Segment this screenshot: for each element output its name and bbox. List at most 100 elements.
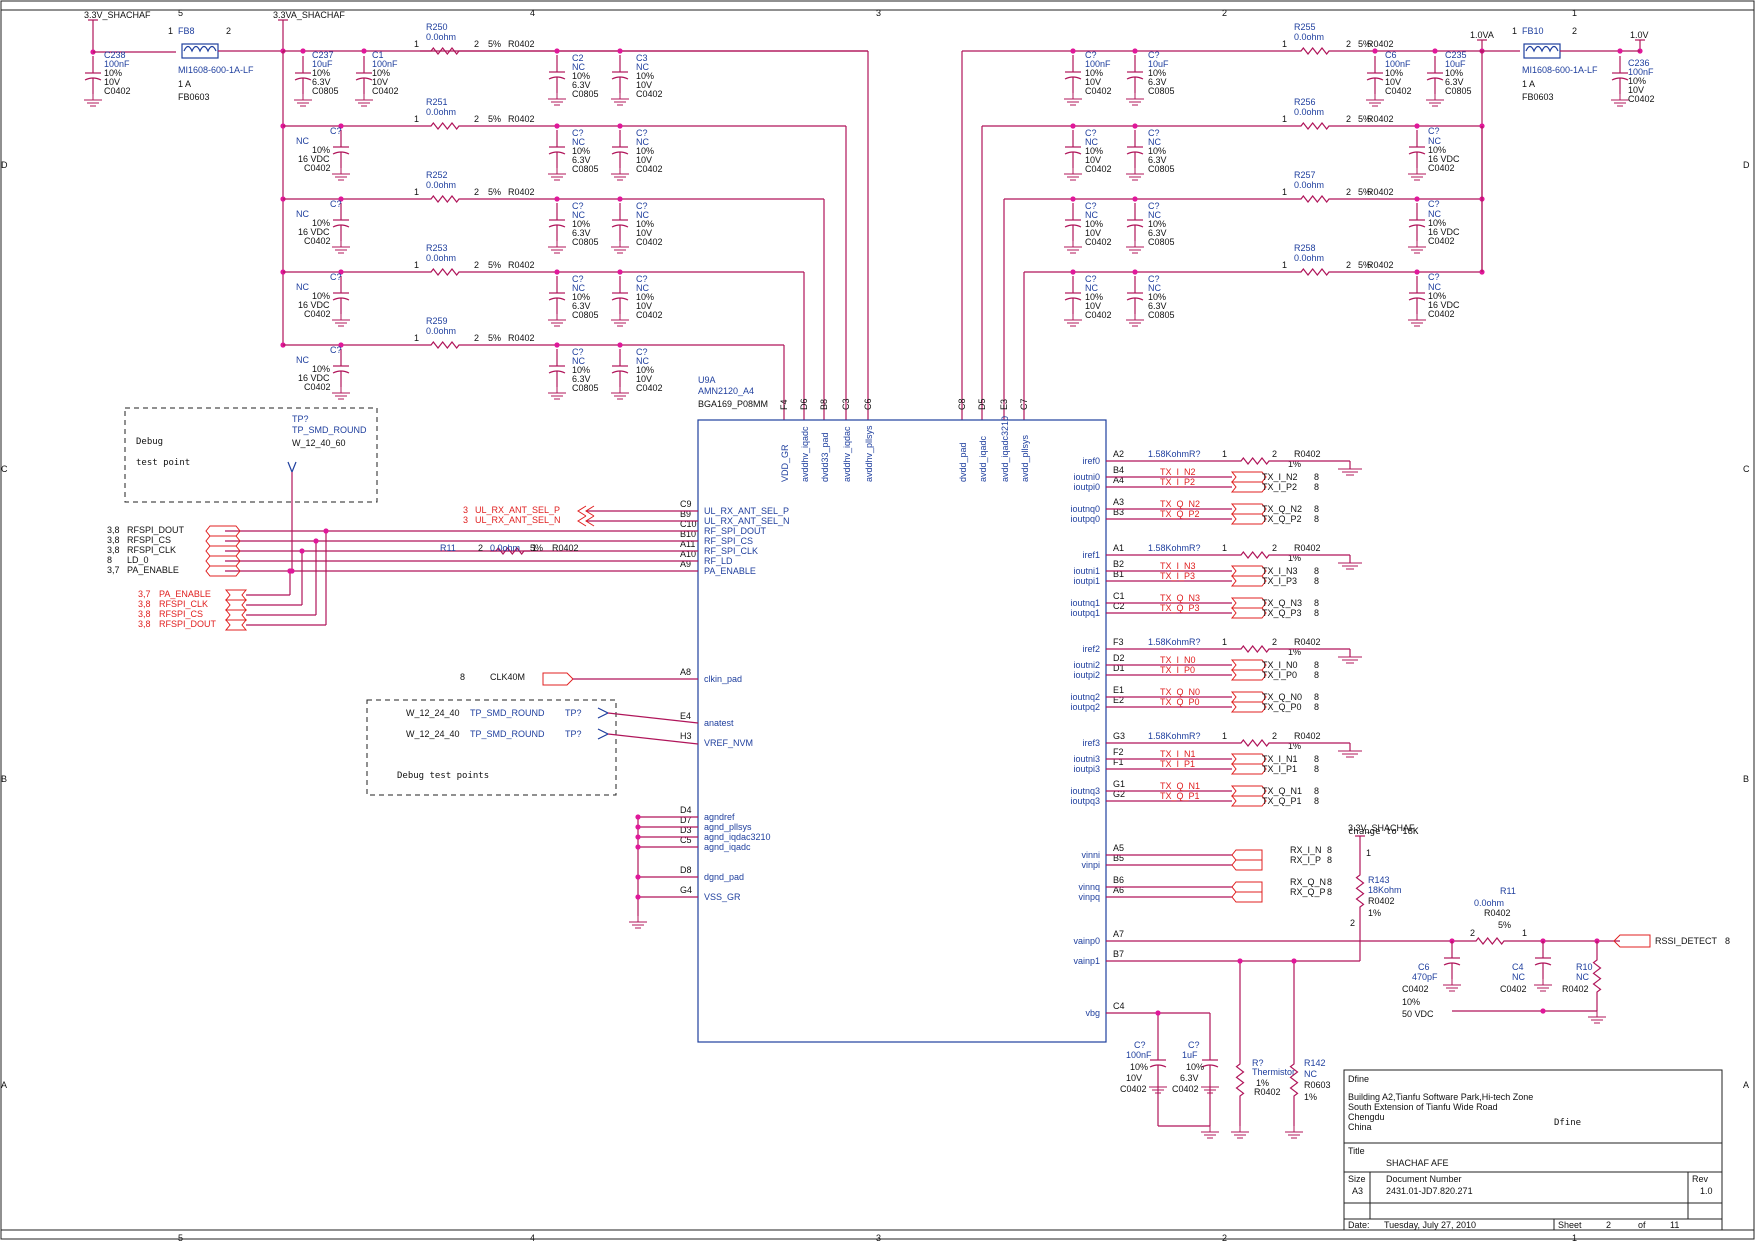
tx-local-net: TX_I_N3 [1160, 561, 1196, 571]
pin-num: 1 [1282, 114, 1287, 124]
resistor-R11-rssi [1460, 937, 1520, 945]
r11-spi-tol: 5% [530, 543, 543, 553]
bulk-cap-value: NC [296, 282, 309, 292]
debug-tps-part: TP_SMD_ROUND [470, 708, 545, 718]
zone-row-right: B [1743, 774, 1749, 784]
rail-res-ref: R259 [426, 316, 448, 326]
rail-res-pkg: R0402 [1367, 187, 1394, 197]
iref-pkg: R0402 [1294, 543, 1321, 553]
r11-spi-pkg: R0402 [552, 543, 579, 553]
ferrite-coil [183, 45, 217, 53]
tb-sheet-label: Sheet [1558, 1220, 1582, 1230]
ant-sel-sheet: 3 [463, 515, 468, 525]
ic-right-pin: ioutpi2 [1073, 670, 1100, 680]
tb-date-label: Date: [1348, 1220, 1370, 1230]
bulk-cap-pkg: C0402 [1428, 163, 1455, 173]
tx-port-name: TX_I_P0 [1262, 670, 1297, 680]
power-net-1v0: 1.0V [1630, 30, 1649, 40]
tx-port-sheet: 8 [1314, 598, 1319, 608]
tb-docnum: 2431.01-JD7.820.271 [1386, 1186, 1473, 1196]
ic-top-ball: F4 [779, 399, 789, 410]
ic-top-pin: avdd_pllsys [1020, 434, 1030, 482]
rail-res-ref: R255 [1294, 22, 1316, 32]
rail-res-pkg: R0402 [508, 187, 535, 197]
rail-res-value: 0.0ohm [426, 180, 456, 190]
ic-left-pin: UL_RX_ANT_SEL_P [704, 506, 789, 516]
clk-port-arrow [542, 672, 574, 686]
pin-num: 1 [1522, 928, 1527, 938]
tx-port-arrow [1230, 503, 1267, 515]
fb10-ref: FB10 [1522, 26, 1544, 36]
junction-dot [617, 342, 623, 348]
bulk-cap-pkg: C0402 [1428, 309, 1455, 319]
ant-sel-arrow [577, 515, 587, 527]
rx-port-name: RX_I_N [1290, 845, 1322, 855]
junction-dot [1414, 123, 1420, 129]
tb-address: Chengdu [1348, 1112, 1385, 1122]
ic-left-pin: dgnd_pad [704, 872, 744, 882]
ic-top-ball: E3 [999, 399, 1009, 410]
pin-num: 1 [1222, 449, 1227, 459]
left-port-sheet: 3,8 [107, 535, 120, 545]
debug-test-point-box [124, 407, 378, 503]
ic-right-pin: ioutni2 [1073, 660, 1100, 670]
tx-port-arrow [1230, 795, 1267, 807]
iref-value: 1.58KohmR? [1148, 637, 1201, 647]
r143-tol: 1% [1368, 908, 1381, 918]
tb-rev: 1.0 [1700, 1186, 1713, 1196]
rail-res-ref: R257 [1294, 170, 1316, 180]
c1-pkg: C0402 [372, 86, 399, 96]
bulk-cap-ref: C? [330, 199, 342, 209]
vbg-c1-pkg: C0402 [1120, 1084, 1147, 1094]
clk-name: CLK40M [490, 672, 525, 682]
rail-cap-b-pkg: C0805 [1148, 310, 1175, 320]
tx-port-arrow [1230, 597, 1267, 609]
bulk-cap-pkg: C0402 [304, 382, 331, 392]
rail-cap-b-pkg: C0402 [636, 237, 663, 247]
vbg-c2-pkg: C0402 [1172, 1084, 1199, 1094]
ic-top-ball: C3 [841, 398, 851, 410]
ic-right-ball: F3 [1113, 637, 1124, 647]
ic-right-pin: ioutpq1 [1070, 608, 1100, 618]
red-port-sheet: 3,8 [138, 619, 151, 629]
ic-left-pin: agnd_iqadc [704, 842, 751, 852]
r10-value: NC [1576, 972, 1589, 982]
resistor-R251 [420, 122, 470, 130]
fb10-rating: 1 A [1522, 79, 1535, 89]
r11-ref: R11 [1500, 886, 1516, 896]
rail-cap-b-pkg: C0402 [636, 383, 663, 393]
zone-row-right: C [1743, 464, 1750, 474]
tx-local-net: TX_Q_N1 [1160, 781, 1200, 791]
tx-port-name: TX_Q_P3 [1262, 608, 1302, 618]
rail-cap-a-pkg: C0805 [572, 237, 599, 247]
tx-local-net: TX_Q_P0 [1160, 697, 1200, 707]
ic-right-pin: ioutnq2 [1070, 692, 1100, 702]
tx-port-sheet: 8 [1314, 608, 1319, 618]
junction-dot [1372, 48, 1378, 54]
ic-left-ball: D8 [680, 865, 692, 875]
junction-dot [1237, 958, 1243, 964]
junction-dot [1414, 269, 1420, 275]
tx-port-sheet: 8 [1314, 754, 1319, 764]
ic-left-ball: G4 [680, 885, 692, 895]
tx-port-arrow [1230, 785, 1267, 797]
rail-res-tol: 5% [488, 39, 501, 49]
junction-dot [299, 548, 305, 554]
left-port-name: LD_0 [127, 555, 149, 565]
red-port-sheet: 3,8 [138, 609, 151, 619]
zone-col-top: 5 [178, 8, 183, 18]
rail-cap-a-pkg: C0805 [572, 310, 599, 320]
ic-top-pin: avdd_iqadc [978, 435, 988, 482]
tx-port-arrow [1230, 513, 1267, 525]
ic-left-pin: anatest [704, 718, 734, 728]
rail-cap-a-pkg: C0805 [572, 383, 599, 393]
tx-port-arrow [1230, 471, 1267, 483]
tx-port-arrow [1230, 763, 1267, 775]
bulk-cap-pkg: C0402 [1428, 236, 1455, 246]
resistor-R256 [1290, 122, 1340, 130]
ferrite-coil [1525, 45, 1559, 53]
pin-num: 1 [1282, 187, 1287, 197]
red-port-sheet: 3,7 [138, 589, 151, 599]
pin-num: 2 [1346, 114, 1351, 124]
zone-col-top: 4 [530, 8, 535, 18]
